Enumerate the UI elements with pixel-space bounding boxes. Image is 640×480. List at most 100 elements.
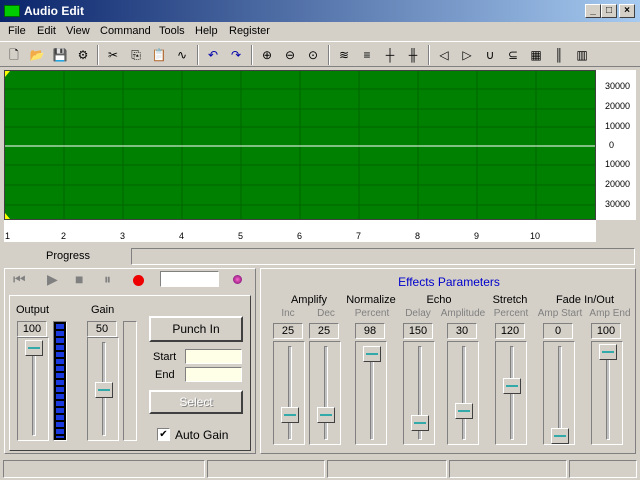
stretch-percent-label: Percent (493, 308, 529, 319)
x-tick: 9 (474, 231, 480, 241)
effect-slider-thumb[interactable] (281, 407, 299, 423)
waveform-display[interactable] (4, 70, 596, 220)
minimize-button[interactable]: _ (585, 4, 601, 18)
punch-in-button[interactable]: Punch In (149, 316, 243, 342)
menu-edit[interactable]: Edit (37, 25, 56, 37)
effect-slider-track[interactable] (495, 341, 527, 445)
effect-slider-thumb[interactable] (599, 344, 617, 360)
x-tick: 8 (415, 231, 421, 241)
effect-slider-thumb[interactable] (411, 415, 429, 432)
echo-delay-slider[interactable]: 150 (403, 323, 435, 445)
fade-left-icon[interactable]: ◁ (434, 45, 454, 65)
effect-slider-track[interactable] (355, 341, 387, 445)
effect-slider-track[interactable] (309, 341, 341, 445)
menu-tools[interactable]: Tools (159, 25, 185, 37)
stretch-value: 120 (495, 323, 525, 339)
zoom-fit-icon[interactable]: ⊙ (303, 45, 323, 65)
menu-help[interactable]: Help (195, 25, 218, 37)
record-button[interactable] (133, 275, 144, 286)
properties-icon[interactable]: ⚙ (73, 45, 93, 65)
y-tick: 20000 (604, 101, 630, 111)
x-tick: 3 (120, 231, 126, 241)
levels-icon[interactable]: ║ (549, 45, 569, 65)
y-tick: 20000 (604, 179, 630, 189)
gain-slider[interactable] (87, 337, 119, 441)
zoom-out-icon[interactable]: ⊖ (280, 45, 300, 65)
title-bar: Audio Edit _ □ × (0, 0, 640, 22)
menu-view[interactable]: View (66, 25, 90, 37)
play-button[interactable]: ▶ (47, 271, 58, 288)
amplify-dec-slider[interactable]: 25 (309, 323, 341, 445)
fade-amp-end-value: 100 (591, 323, 621, 339)
fade-amp-end-label: Amp End (589, 308, 631, 319)
zoom-in-icon[interactable]: ⊕ (257, 45, 277, 65)
gain-slider-thumb[interactable] (95, 382, 113, 398)
effect-slider-track[interactable] (591, 341, 623, 445)
status-pane-2 (207, 460, 325, 478)
window-title: Audio Edit (24, 4, 84, 18)
effect-slider-thumb[interactable] (503, 377, 521, 394)
x-tick: 7 (356, 231, 362, 241)
menu-command[interactable]: Command (100, 25, 151, 37)
echo-amplitude-slider[interactable]: 30 (447, 323, 479, 445)
toolbar: 🗋 📂 💾 ⚙ ✂ ⎘ 📋 ∿ ↶ ↷ ⊕ ⊖ ⊙ ≋ ≡ ┼ ╫ ◁ ▷ ∪ … (0, 41, 640, 67)
progress-bar (131, 248, 635, 265)
effect-slider-thumb[interactable] (455, 402, 473, 419)
effect-slider-track[interactable] (543, 341, 575, 445)
amplify-dec-label: Dec (317, 308, 335, 319)
x-tick: 1 (5, 231, 11, 241)
select-button[interactable]: Select (149, 390, 243, 414)
rewind-button[interactable]: ⏮ (13, 271, 26, 288)
amplify-inc-slider[interactable]: 25 (273, 323, 305, 445)
gain-meter (123, 321, 137, 441)
close-button[interactable]: × (619, 4, 635, 18)
time-display (160, 271, 219, 287)
status-pane-3 (327, 460, 447, 478)
reverse-icon[interactable]: ⊆ (503, 45, 523, 65)
normalize-percent-label: Percent (354, 308, 390, 319)
output-slider[interactable] (17, 337, 49, 441)
stop-button[interactable]: ■ (75, 271, 83, 287)
copy-icon[interactable]: ⎘ (126, 45, 146, 65)
waveform-icon[interactable]: ≋ (334, 45, 354, 65)
effect-slider-thumb[interactable] (317, 407, 335, 423)
expand-icon[interactable]: ╫ (403, 45, 423, 65)
y-tick: 30000 (604, 199, 630, 209)
output-slider-thumb[interactable] (25, 340, 43, 356)
auto-gain-label: Auto Gain (175, 428, 229, 442)
output-label: Output (16, 304, 50, 316)
effect-slider-thumb[interactable] (363, 345, 381, 362)
effect-slider-track[interactable] (403, 341, 435, 445)
marker-icon[interactable]: ┼ (380, 45, 400, 65)
amplify-inc-value: 25 (273, 323, 303, 339)
status-pane-5 (569, 460, 637, 478)
normalize-slider[interactable]: 98 (355, 323, 387, 445)
loop-icon[interactable]: ∪ (480, 45, 500, 65)
save-icon[interactable]: 💾 (50, 45, 70, 65)
undo-icon[interactable]: ↶ (203, 45, 223, 65)
fade-right-icon[interactable]: ▷ (457, 45, 477, 65)
redo-icon[interactable]: ↷ (226, 45, 246, 65)
open-icon[interactable]: 📂 (27, 45, 47, 65)
special-icon[interactable]: ∿ (172, 45, 192, 65)
cut-icon[interactable]: ✂ (103, 45, 123, 65)
auto-gain-checkbox[interactable]: ✔ (157, 428, 170, 441)
fade-amp-start-slider[interactable]: 0 (543, 323, 575, 445)
effect-slider-track[interactable] (447, 341, 479, 445)
equalizer-icon[interactable]: ▦ (526, 45, 546, 65)
new-icon[interactable]: 🗋 (4, 45, 24, 65)
effect-slider-track[interactable] (273, 341, 305, 445)
compress-icon[interactable]: ≡ (357, 45, 377, 65)
effect-slider-thumb[interactable] (551, 428, 569, 444)
menu-register[interactable]: Register (229, 25, 270, 37)
menu-file[interactable]: File (8, 25, 26, 37)
maximize-button[interactable]: □ (601, 4, 617, 18)
normalize-value: 98 (355, 323, 385, 339)
stretch-slider[interactable]: 120 (495, 323, 527, 445)
end-field[interactable] (185, 367, 242, 382)
start-field[interactable] (185, 349, 242, 364)
pause-button[interactable]: ⏸ (104, 271, 111, 288)
paste-icon[interactable]: 📋 (149, 45, 169, 65)
fade-amp-end-slider[interactable]: 100 (591, 323, 623, 445)
bars-icon[interactable]: ▥ (572, 45, 592, 65)
